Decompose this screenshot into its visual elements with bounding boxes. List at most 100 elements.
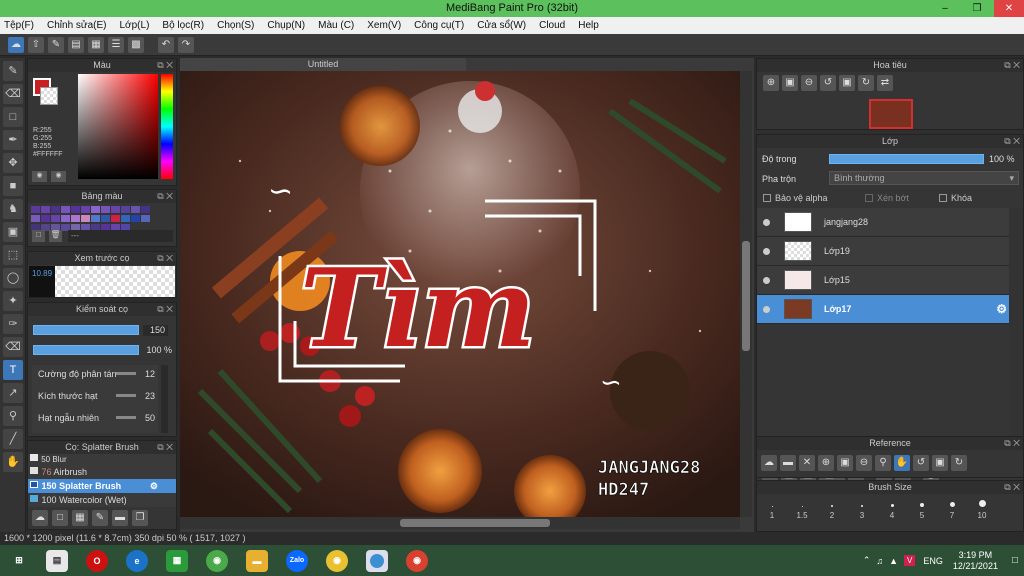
navigator-thumbnail[interactable]	[869, 99, 913, 129]
menu-file[interactable]: Tệp(F)	[4, 20, 34, 31]
visibility-icon[interactable]	[763, 218, 770, 226]
brush-item[interactable]: 50 Blur	[28, 454, 176, 465]
chrome-profile-icon[interactable]: ◉	[406, 549, 428, 572]
color-mode-icon[interactable]: ◉	[32, 171, 47, 182]
panel-close-icon[interactable]: ⧉ ✕	[157, 59, 173, 72]
layer-row[interactable]: Lớp19	[757, 237, 1009, 266]
rotate-right-icon[interactable]: ↻	[951, 455, 967, 471]
random-particle-slider[interactable]	[116, 416, 136, 419]
magic-wand-icon[interactable]: ✦	[3, 291, 23, 311]
scatter-slider[interactable]	[116, 372, 136, 375]
document-icon[interactable]: ▤	[68, 36, 84, 53]
panel-close-icon[interactable]: ⧉ ✕	[157, 190, 173, 203]
select-pen-icon[interactable]: ✑	[3, 314, 23, 334]
chrome-icon[interactable]: ◉	[326, 549, 348, 572]
visibility-icon[interactable]	[763, 247, 770, 255]
cloud-brush-icon[interactable]: ☁	[32, 510, 48, 526]
vpn-icon[interactable]: V	[904, 555, 916, 566]
medibang-icon[interactable]	[366, 549, 388, 572]
blend-mode-select[interactable]: Bình thường ▾	[829, 171, 1019, 185]
gradient-icon[interactable]: ▣	[3, 222, 23, 242]
maximize-button[interactable]: ❐	[962, 0, 992, 17]
select-eraser-icon[interactable]: ⌫	[3, 337, 23, 357]
menu-tools[interactable]: Công cụ(T)	[414, 20, 464, 31]
palette-swatches[interactable]	[28, 203, 176, 233]
panel-close-icon[interactable]: ⧉ ✕	[157, 252, 173, 265]
clip-checkbox[interactable]	[865, 194, 873, 202]
layer-row-selected[interactable]: Lớp17 ⚙	[757, 295, 1009, 324]
clock[interactable]: 3:19 PM 12/21/2021	[953, 550, 998, 572]
rotate-left-icon[interactable]: ↺	[820, 75, 836, 91]
brush-control-scrollbar[interactable]	[161, 365, 168, 433]
protect-alpha-checkbox[interactable]	[763, 194, 771, 202]
text-icon[interactable]: T	[3, 360, 23, 380]
lock-checkbox[interactable]	[939, 194, 947, 202]
close-icon[interactable]: ✕	[799, 455, 815, 471]
hue-slider[interactable]	[161, 74, 173, 179]
cloud-icon[interactable]: ☁	[8, 36, 24, 53]
rotate-right-icon[interactable]: ↻	[858, 75, 874, 91]
panel-close-icon[interactable]: ⧉ ✕	[1004, 135, 1020, 148]
hand-icon[interactable]: ✋	[3, 452, 23, 472]
grid-icon[interactable]: ▩	[128, 36, 144, 53]
panel-close-icon[interactable]: ⧉ ✕	[1004, 437, 1020, 450]
palette-name-field[interactable]: ---	[68, 230, 173, 242]
color-swap-icon[interactable]: ◉	[51, 171, 66, 182]
layer-row[interactable]: jangjang28	[757, 208, 1009, 237]
add-palette-icon[interactable]: □	[32, 230, 45, 242]
fill-rect-icon[interactable]: ■	[3, 176, 23, 196]
flip-icon[interactable]: ⇄	[877, 75, 893, 91]
menu-edit[interactable]: Chỉnh sửa(E)	[47, 20, 107, 31]
brush-size-slider[interactable]	[33, 325, 139, 335]
tray-up-icon[interactable]: ⌃	[863, 555, 871, 566]
bucket-icon[interactable]: ♞	[3, 199, 23, 219]
document-icon[interactable]: ▤	[46, 549, 68, 572]
zoom-out-icon[interactable]: ⊖	[801, 75, 817, 91]
list-icon[interactable]: ☰	[108, 36, 124, 53]
edit-brush-icon[interactable]: ✎	[92, 510, 108, 526]
zoom-out-icon[interactable]: ⊖	[856, 455, 872, 471]
brush-item[interactable]: 100 Watercolor (Wet)	[28, 493, 176, 507]
cloud-icon[interactable]: ☁	[761, 455, 777, 471]
particle-size-slider[interactable]	[116, 394, 136, 397]
brush-size-option[interactable]: 4	[877, 504, 907, 520]
canvas[interactable]: Tìm ∽ ∽ JANGJANG28 HD247	[180, 71, 740, 517]
lasso-icon[interactable]: ◯	[3, 268, 23, 288]
brush-size-option[interactable]: 10	[967, 500, 997, 520]
divide-icon[interactable]: ╱	[3, 429, 23, 449]
fit-icon[interactable]: ▣	[782, 75, 798, 91]
page-icon[interactable]: ▦	[88, 36, 104, 53]
brush-opacity-slider[interactable]	[33, 345, 139, 355]
menu-filter[interactable]: Bộ lọc(R)	[162, 20, 204, 31]
app-icon[interactable]: ◉	[206, 549, 228, 572]
folder-icon[interactable]: ▬	[112, 510, 128, 526]
panel-close-icon[interactable]: ⧉ ✕	[1004, 59, 1020, 72]
menu-color[interactable]: Màu (C)	[318, 20, 354, 31]
pen-icon[interactable]: ✒	[3, 130, 23, 150]
menu-help[interactable]: Help	[578, 20, 599, 31]
brush-size-option[interactable]: 1	[757, 506, 787, 520]
minimize-button[interactable]: –	[930, 0, 960, 17]
hand-icon[interactable]: ✋	[894, 455, 910, 471]
zoom-in-icon[interactable]: ⊕	[763, 75, 779, 91]
copy-brush-icon[interactable]: ❐	[132, 510, 148, 526]
menu-layer[interactable]: Lớp(L)	[120, 20, 150, 31]
background-color[interactable]	[40, 87, 58, 105]
opera-icon[interactable]: O	[86, 549, 108, 572]
eyedropper-icon[interactable]: ⚲	[875, 455, 891, 471]
eraser-icon[interactable]: ⌫	[3, 84, 23, 104]
gear-icon[interactable]: ⚙	[150, 479, 158, 493]
folder-icon[interactable]: ▬	[246, 549, 268, 572]
brush-size-option[interactable]: 3	[847, 505, 877, 520]
volume-icon[interactable]: ♫	[876, 556, 883, 566]
panel-close-icon[interactable]: ⧉ ✕	[1004, 481, 1020, 494]
windows-start-icon[interactable]: ⊞	[10, 552, 28, 570]
rotate-left-icon[interactable]: ↺	[913, 455, 929, 471]
network-icon[interactable]: ▲	[889, 556, 898, 566]
zalo-icon[interactable]: Zalo	[286, 549, 308, 572]
layer-row[interactable]: Lớp15	[757, 266, 1009, 295]
menu-cloud[interactable]: Cloud	[539, 20, 565, 31]
notification-icon[interactable]: □	[1012, 555, 1018, 566]
brush-item[interactable]: 76 Airbrush	[28, 465, 176, 479]
fit-icon[interactable]: ▣	[837, 455, 853, 471]
